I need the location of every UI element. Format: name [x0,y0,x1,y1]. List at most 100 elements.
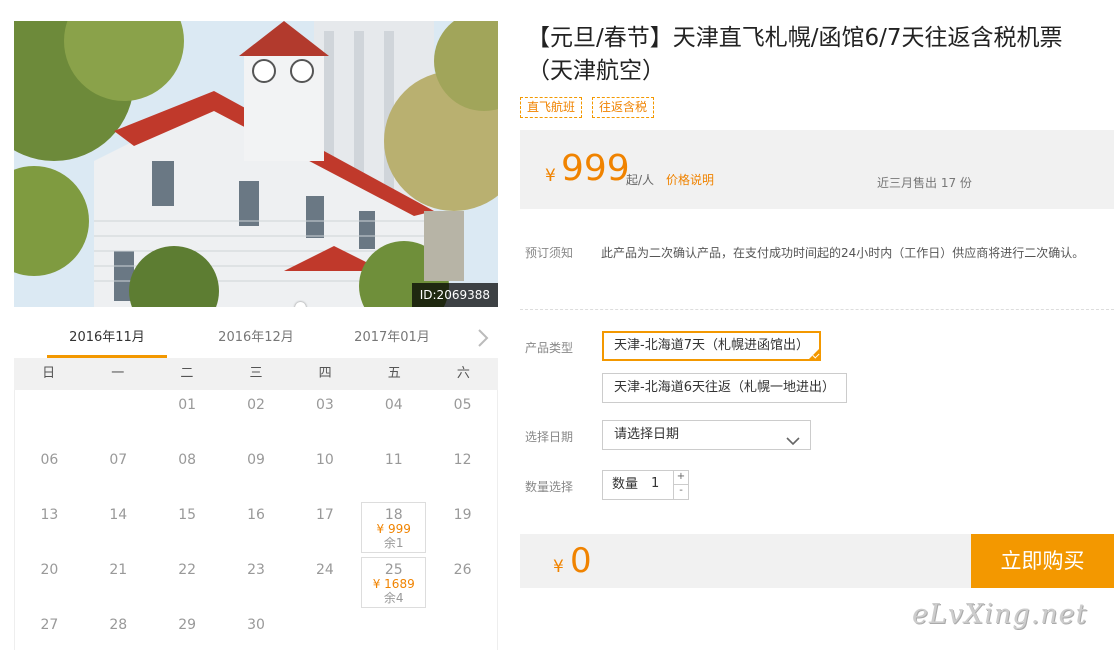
calendar-day: 07 [84,445,153,500]
calendar-empty-cell [428,610,497,650]
weekday-label: 日 [42,366,56,381]
price-explanation-link[interactable]: 价格说明 [666,171,714,188]
day-number: 19 [453,507,472,523]
day-number: 26 [453,562,472,578]
quantity-decrement-button[interactable]: - [673,485,688,499]
chevron-right-icon[interactable] [476,328,490,348]
day-number: 30 [247,617,265,633]
calendar-day: 12 [428,445,497,500]
tab-month-jan[interactable]: 2017年01月 [332,322,452,358]
date-label: 选择日期 [525,430,574,444]
clock-tower-image [14,21,498,307]
calendar-day: 09 [222,445,291,500]
calendar-day: 23 [222,555,291,610]
calendar-day: 20 [15,555,84,610]
day-number: 21 [109,562,128,578]
calendar-day: 01 [153,390,222,445]
weekday-label: 五 [387,366,401,381]
day-number: 10 [315,452,334,468]
product-type-option-label: 天津-北海道7天（札幌进函馆出） [614,338,809,353]
weekday-label: 一 [111,366,125,381]
calendar-week-row: 01 02 03 04 05 [15,390,497,445]
calendar-day: 04 [359,390,428,445]
calendar-day: 21 [84,555,153,610]
calendar-day-available[interactable]: 18 ¥ 999 余1 [359,500,428,555]
calendar-day: 27 [15,610,84,650]
calendar-empty-cell [359,610,428,650]
day-stock: 余1 [383,536,404,550]
quantity-increment-button[interactable]: + [673,471,688,485]
product-photo[interactable]: ID:2069388 [14,21,498,307]
quantity-label: 数量选择 [525,480,574,494]
calendar-day: 29 [153,610,222,650]
day-number: 08 [178,452,197,468]
calendar-week-row: 06 07 08 09 10 11 12 [15,445,497,500]
product-type-option-label: 天津-北海道6天往返（札幌一地进出） [614,380,835,395]
date-select[interactable]: 请选择日期 [602,420,811,450]
watermark: eLvXing.net [912,599,1088,630]
day-number: 14 [109,507,128,523]
day-number: 06 [40,452,59,468]
day-number: 15 [178,507,197,523]
weekday-label: 三 [249,366,263,381]
day-number: 20 [40,562,59,578]
day-number: 05 [453,397,472,413]
sold-count: 近三月售出 17 份 [877,176,972,190]
calendar-day: 02 [222,390,291,445]
day-number: 24 [315,562,334,578]
day-number: 16 [247,507,265,523]
buy-now-button[interactable]: 立即购买 [971,534,1114,588]
calendar-day-available[interactable]: 25 ¥ 1689 余4 [359,555,428,610]
checkmark-icon [808,349,819,359]
quantity-input[interactable] [651,471,669,497]
day-number: 04 [384,397,403,413]
day-stock: 余4 [383,591,404,605]
day-number: 25 [384,562,403,578]
calendar-week-row: 27 28 29 30 [15,610,497,650]
product-type-label: 产品类型 [525,341,574,355]
day-number: 28 [109,617,128,633]
day-number: 03 [315,397,334,413]
calendar-day: 05 [428,390,497,445]
day-number: 11 [384,452,403,468]
calendar-day: 19 [428,500,497,555]
divider [520,309,1114,310]
total-currency: ¥ [553,557,564,577]
tab-month-dec[interactable]: 2016年12月 [196,322,316,358]
quantity-stepper: 数量 + - [602,470,689,500]
calendar-day: 26 [428,555,497,610]
weekday-label: 四 [318,366,332,381]
calendar-day: 22 [153,555,222,610]
calendar-weekday-header: 日一二三四五六 [14,358,498,390]
day-price: ¥ 1689 [372,577,415,591]
tab-month-nov[interactable]: 2016年11月 [47,322,167,358]
calendar-empty-cell [15,390,84,445]
calendar-empty-cell [84,390,153,445]
total-value: 0 [570,541,592,581]
day-number: 07 [109,452,128,468]
calendar-day: 17 [290,500,359,555]
total-panel: ¥ 0 [520,534,971,588]
calendar-empty-cell [290,610,359,650]
booking-notice-text: 此产品为二次确认产品，在支付成功时间起的24小时内（工作日）供应商将进行二次确认… [601,246,1085,260]
currency-symbol: ¥ [545,166,556,186]
photo-id-label: ID:2069388 [411,283,498,307]
day-number: 17 [315,507,334,523]
day-number: 29 [178,617,197,633]
calendar-month-tabs: 2016年11月 2016年12月 2017年01月 [14,322,498,358]
calendar-day: 08 [153,445,222,500]
day-number: 13 [40,507,59,523]
chevron-down-icon [786,429,800,457]
quantity-inner-label: 数量 [612,477,639,492]
tag-direct-flight: 直飞航班 [520,97,583,118]
calendar-week-row: 20 21 22 23 24 25 ¥ 1689 余4 26 [15,555,497,610]
day-number: 27 [40,617,59,633]
product-type-option-6day[interactable]: 天津-北海道6天往返（札幌一地进出） [602,373,847,403]
carousel-dot[interactable] [295,302,306,307]
calendar-day: 10 [290,445,359,500]
booking-notice-label: 预订须知 [525,246,574,260]
calendar-day: 30 [222,610,291,650]
product-type-option-7day[interactable]: 天津-北海道7天（札幌进函馆出） [602,331,821,361]
price-panel: ¥ 999 起/人 价格说明 近三月售出 17 份 [520,130,1114,209]
calendar-day: 28 [84,610,153,650]
